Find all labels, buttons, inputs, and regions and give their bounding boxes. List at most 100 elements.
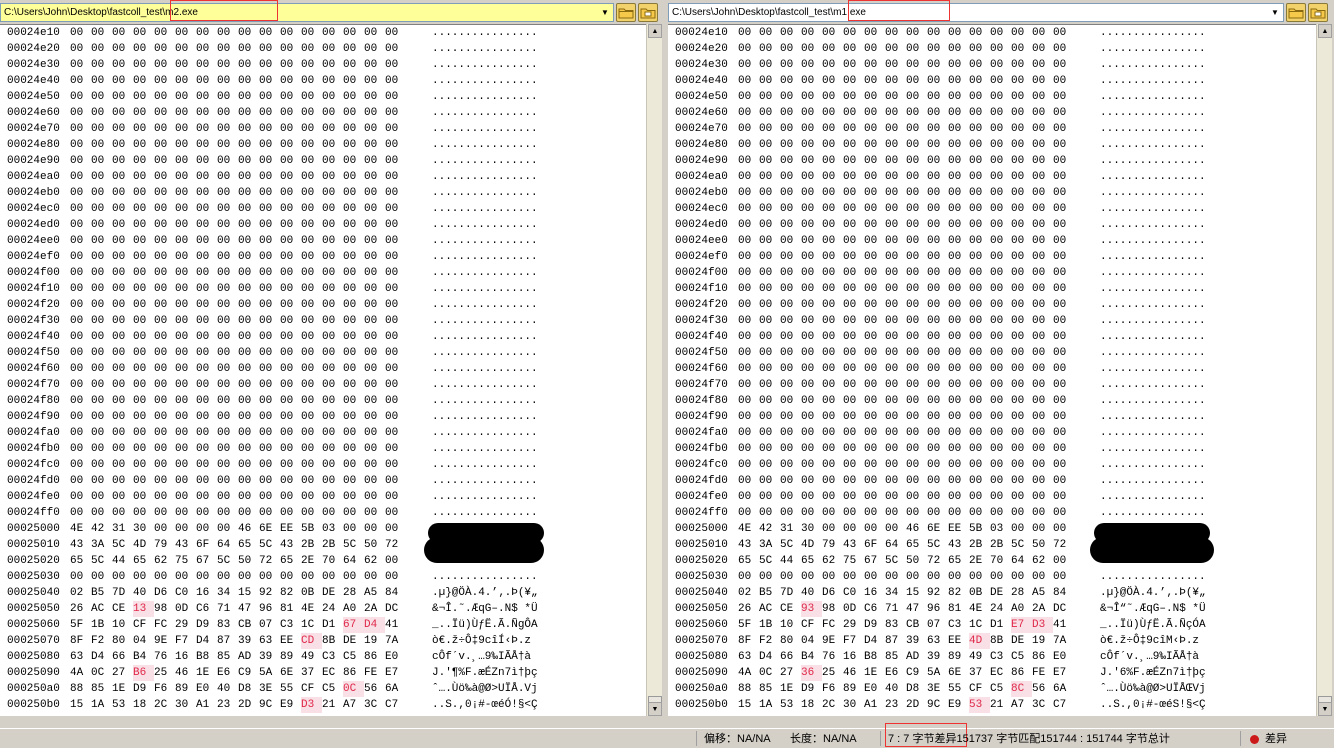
hex-byte[interactable]: 00 bbox=[822, 377, 843, 393]
hex-byte[interactable]: 00 bbox=[343, 329, 364, 345]
hex-byte[interactable]: 00 bbox=[801, 473, 822, 489]
hex-byte[interactable]: 00 bbox=[301, 153, 322, 169]
hex-byte[interactable]: 00 bbox=[364, 105, 385, 121]
hex-byte[interactable]: 00 bbox=[322, 217, 343, 233]
row-bytes[interactable]: 26 AC CE 93 98 0D C6 71 47 96 81 4E 24 A0 2A DC bbox=[738, 601, 1074, 617]
hex-byte[interactable]: 00 bbox=[759, 329, 780, 345]
hex-byte[interactable]: 00 bbox=[843, 249, 864, 265]
hex-byte[interactable]: 00 bbox=[280, 473, 301, 489]
hex-byte[interactable]: 00 bbox=[927, 409, 948, 425]
hex-byte[interactable]: 00 bbox=[238, 57, 259, 73]
hex-row[interactable]: 00024f50 00 00 00 00 00 00 00 00 00 00 00 00 00 00 00 00… bbox=[0, 345, 646, 361]
hex-byte[interactable]: 16 bbox=[196, 585, 217, 601]
hex-byte[interactable]: 00 bbox=[1011, 505, 1032, 521]
hex-byte[interactable]: 00 bbox=[343, 265, 364, 281]
hex-byte[interactable]: 00 bbox=[112, 57, 133, 73]
hex-byte[interactable]: 00 bbox=[1053, 89, 1074, 105]
hex-row[interactable]: 00024f80 00 00 00 00 00 00 00 00 00 00 00 00 00 00 00 00… bbox=[668, 393, 1316, 409]
hex-byte[interactable]: 4D bbox=[133, 537, 154, 553]
row-bytes[interactable]: 8F F2 80 04 9E F7 D4 87 39 63 EE CD 8B DE 19 7A bbox=[70, 633, 406, 649]
hex-byte[interactable]: 00 bbox=[948, 569, 969, 585]
hex-byte[interactable]: 00 bbox=[822, 249, 843, 265]
hex-byte[interactable]: 63 bbox=[70, 649, 91, 665]
hex-byte[interactable]: 00 bbox=[70, 473, 91, 489]
hex-byte[interactable]: 00 bbox=[1032, 361, 1053, 377]
hex-byte[interactable]: C0 bbox=[175, 585, 196, 601]
hex-byte[interactable]: 00 bbox=[112, 73, 133, 89]
hex-byte[interactable]: 66 bbox=[780, 649, 801, 665]
hex-byte[interactable]: 00 bbox=[385, 313, 406, 329]
hex-byte[interactable]: 00 bbox=[738, 297, 759, 313]
hex-byte[interactable]: 00 bbox=[948, 377, 969, 393]
row-bytes[interactable]: 00 00 00 00 00 00 00 00 00 00 00 00 00 00 00 00 bbox=[738, 41, 1074, 57]
hex-byte[interactable]: 00 bbox=[301, 105, 322, 121]
hex-byte[interactable]: 00 bbox=[822, 137, 843, 153]
hex-row[interactable]: 00024f40 00 00 00 00 00 00 00 00 00 00 00 00 00 00 00 00… bbox=[668, 329, 1316, 345]
hex-byte[interactable]: 23 bbox=[217, 697, 238, 713]
hex-byte[interactable]: 00 bbox=[801, 137, 822, 153]
hex-byte[interactable]: 00 bbox=[259, 313, 280, 329]
hex-byte[interactable]: E7 bbox=[1053, 665, 1074, 681]
hex-byte[interactable]: CF bbox=[133, 617, 154, 633]
hex-byte[interactable]: 00 bbox=[133, 569, 154, 585]
hex-byte[interactable]: 00 bbox=[759, 153, 780, 169]
hex-byte[interactable]: 00 bbox=[175, 425, 196, 441]
hex-byte[interactable]: 00 bbox=[175, 297, 196, 313]
hex-byte[interactable]: 00 bbox=[91, 73, 112, 89]
hex-byte[interactable]: 00 bbox=[1032, 217, 1053, 233]
hex-byte[interactable]: 00 bbox=[990, 457, 1011, 473]
hex-byte[interactable]: 00 bbox=[822, 441, 843, 457]
hex-byte[interactable]: 00 bbox=[322, 137, 343, 153]
hex-byte[interactable]: 2C bbox=[822, 697, 843, 713]
hex-byte[interactable]: 00 bbox=[238, 265, 259, 281]
hex-byte[interactable]: 00 bbox=[259, 89, 280, 105]
hex-byte[interactable]: 00 bbox=[154, 441, 175, 457]
hex-byte[interactable]: 00 bbox=[759, 409, 780, 425]
hex-byte[interactable]: 00 bbox=[759, 313, 780, 329]
scroll-up-icon[interactable]: ▲ bbox=[648, 24, 662, 38]
hex-byte[interactable]: 00 bbox=[801, 265, 822, 281]
hex-byte[interactable]: 00 bbox=[112, 377, 133, 393]
hex-byte[interactable]: 00 bbox=[864, 409, 885, 425]
row-bytes[interactable]: 26 AC CE 13 98 0D C6 71 47 96 81 4E 24 A0 2A DC bbox=[70, 601, 406, 617]
hex-byte[interactable]: E6 bbox=[217, 665, 238, 681]
hex-byte[interactable]: 00 bbox=[885, 377, 906, 393]
hex-byte[interactable]: 00 bbox=[780, 137, 801, 153]
hex-byte[interactable]: 00 bbox=[864, 73, 885, 89]
hex-row[interactable]: 000250a0 88 85 1E D9 F6 89 E0 40 D8 3E 55 CF C5 0C 56 6A… bbox=[0, 681, 646, 697]
hex-byte[interactable]: 00 bbox=[133, 169, 154, 185]
hex-byte[interactable]: 4D bbox=[801, 537, 822, 553]
hex-byte[interactable]: B5 bbox=[759, 585, 780, 601]
hex-byte[interactable]: 00 bbox=[843, 505, 864, 521]
hex-byte[interactable]: 00 bbox=[780, 57, 801, 73]
hex-byte[interactable]: 00 bbox=[70, 313, 91, 329]
hex-byte[interactable]: 00 bbox=[196, 377, 217, 393]
hex-byte[interactable]: 00 bbox=[364, 425, 385, 441]
hex-byte[interactable]: 40 bbox=[801, 585, 822, 601]
hex-byte[interactable]: 00 bbox=[259, 41, 280, 57]
hex-byte[interactable]: 00 bbox=[906, 569, 927, 585]
hex-byte[interactable]: 00 bbox=[1053, 409, 1074, 425]
hex-byte[interactable]: 00 bbox=[175, 233, 196, 249]
hex-byte[interactable]: 00 bbox=[948, 73, 969, 89]
hex-byte[interactable]: 00 bbox=[738, 489, 759, 505]
hex-byte[interactable]: 00 bbox=[990, 249, 1011, 265]
hex-byte[interactable]: 07 bbox=[927, 617, 948, 633]
hex-row[interactable]: 00024f30 00 00 00 00 00 00 00 00 00 00 00 00 00 00 00 00… bbox=[668, 313, 1316, 329]
hex-byte[interactable]: 00 bbox=[843, 377, 864, 393]
hex-byte[interactable]: 00 bbox=[217, 297, 238, 313]
row-bytes[interactable]: 00 00 00 00 00 00 00 00 00 00 00 00 00 00 00 00 bbox=[70, 409, 406, 425]
hex-byte[interactable]: 00 bbox=[843, 41, 864, 57]
right-path-combobox[interactable]: C:\Users\John\Desktop\fastcoll_test\m1.e… bbox=[668, 2, 1284, 22]
hex-row[interactable]: 00024fd0 00 00 00 00 00 00 00 00 00 00 00 00 00 00 00 00… bbox=[0, 473, 646, 489]
row-bytes[interactable]: 00 00 00 00 00 00 00 00 00 00 00 00 00 00 00 00 bbox=[70, 505, 406, 521]
diff-byte[interactable]: 0C bbox=[343, 681, 364, 697]
hex-byte[interactable]: 00 bbox=[238, 217, 259, 233]
hex-byte[interactable]: 00 bbox=[948, 185, 969, 201]
hex-byte[interactable]: 88 bbox=[70, 681, 91, 697]
hex-byte[interactable]: 00 bbox=[133, 41, 154, 57]
hex-byte[interactable]: 00 bbox=[154, 41, 175, 57]
hex-byte[interactable]: 00 bbox=[280, 425, 301, 441]
row-bytes[interactable]: 00 00 00 00 00 00 00 00 00 00 00 00 00 00 00 00 bbox=[738, 169, 1074, 185]
hex-byte[interactable]: 00 bbox=[927, 201, 948, 217]
